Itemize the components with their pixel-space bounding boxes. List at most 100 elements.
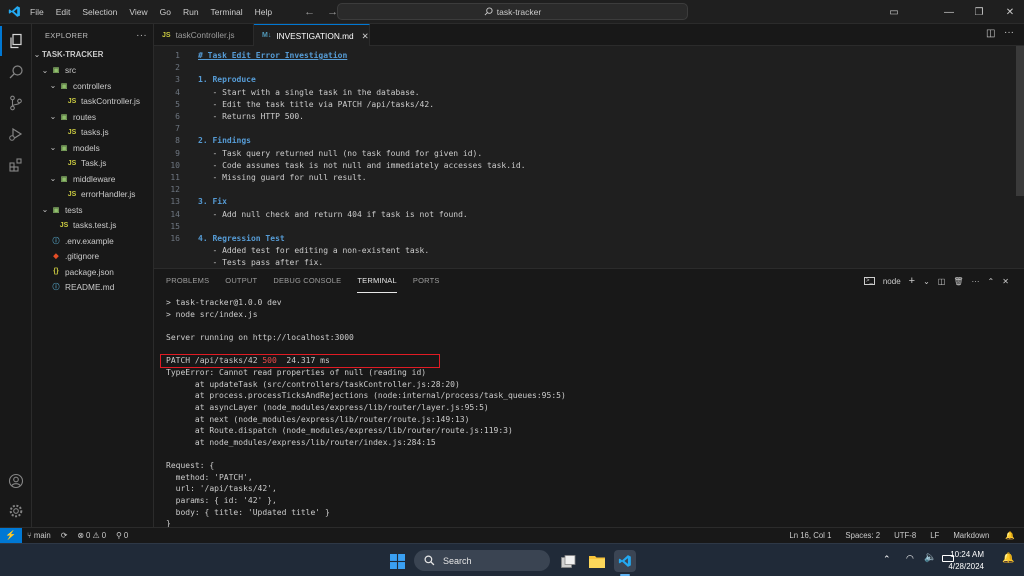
tree-item-label: errorHandler.js [81, 189, 136, 199]
code-line: 6 - Returns HTTP 500. [154, 111, 1014, 123]
tab-output[interactable]: OUTPUT [225, 269, 257, 293]
explorer-icon[interactable] [0, 26, 32, 56]
volume-icon[interactable]: 🔈 [924, 552, 936, 563]
language-mode[interactable]: Markdown [948, 531, 994, 540]
tab-terminal[interactable]: TERMINAL [357, 269, 397, 293]
sync-icon[interactable]: ⟳ [56, 531, 73, 540]
end-of-line[interactable]: LF [925, 531, 944, 540]
notification-bell-icon[interactable]: 🔔 [1002, 553, 1014, 564]
tree-item-label: .env.example [65, 235, 114, 246]
chevron-down-icon[interactable]: ⌄ [923, 277, 930, 286]
menu-view[interactable]: View [123, 0, 153, 24]
menu-file[interactable]: File [24, 0, 50, 24]
task-view-icon[interactable] [557, 550, 579, 572]
split-terminal-icon[interactable]: ◫ [938, 277, 946, 286]
tree-item[interactable]: JS taskController.js [32, 93, 153, 109]
code-line: - Tests pass after fix. [154, 257, 1014, 268]
encoding[interactable]: UTF-8 [889, 531, 921, 540]
tree-item[interactable]: ⌄ ▣ tests [32, 202, 153, 218]
tree-item[interactable]: JS errorHandler.js [32, 186, 153, 202]
code-line: 1 # Task Edit Error Investigation [154, 50, 1014, 62]
search-icon[interactable] [0, 57, 32, 87]
code-line: 5 - Edit the task title via PATCH /api/t… [154, 99, 1014, 111]
tree-item[interactable]: JS Task.js [32, 155, 153, 171]
terminal-line: Server running on http://localhost:3000 [166, 332, 354, 344]
terminal-text: > task-tracker@1.0.0 dev [166, 298, 282, 307]
tab-problems[interactable]: PROBLEMS [166, 269, 209, 293]
trash-icon[interactable]: 🗑 [953, 277, 963, 286]
notifications-icon[interactable]: 🔔 [1000, 531, 1020, 540]
more-actions-icon[interactable]: ··· [1004, 27, 1014, 38]
tree-item[interactable]: ⓘ README.md [32, 279, 153, 295]
close-panel-icon[interactable]: ✕ [1002, 277, 1009, 286]
status-bar: ⚡ ⑂ main ⟳ ⊗ 0 ⚠ 0 ⚲ 0 Ln 16, Col 1 Spac… [0, 527, 1024, 544]
close-icon[interactable]: ✕ [996, 0, 1024, 24]
chevron-up-icon[interactable]: ⌃ [883, 554, 891, 565]
menu-edit[interactable]: Edit [50, 0, 77, 24]
tab-ports[interactable]: PORTS [413, 269, 440, 293]
vscode-taskbar-icon[interactable] [614, 550, 636, 572]
file-explorer-icon[interactable] [586, 550, 608, 572]
title-bar: File Edit Selection View Go Run Terminal… [0, 0, 1024, 24]
menu-terminal[interactable]: Terminal [205, 0, 249, 24]
tree-item[interactable]: ⌄ ▣ models [32, 140, 153, 156]
editor-scrollbar[interactable] [1016, 46, 1024, 196]
ports-status[interactable]: ⚲ 0 [111, 531, 133, 540]
code-line: 15 [154, 221, 1014, 233]
cursor-position[interactable]: Ln 16, Col 1 [784, 531, 836, 540]
layout-toggle-icon[interactable]: ▭ [880, 0, 908, 24]
line-number: 1 [175, 51, 180, 60]
back-arrow-icon[interactable]: ← [298, 6, 321, 18]
clock[interactable]: 10:24 AM 4/28/2024 [948, 549, 984, 573]
account-icon[interactable] [0, 466, 32, 496]
code-line: 8 2. Findings [154, 135, 1014, 147]
menu-help[interactable]: Help [249, 0, 278, 24]
branch-status[interactable]: ⑂ main [22, 531, 56, 540]
remote-icon[interactable]: ⚡ [0, 527, 22, 544]
js-file-icon: JS [162, 31, 171, 39]
project-root[interactable]: ⌄ TASK-TRACKER [32, 46, 153, 62]
tree-item[interactable]: ⌄ ▣ routes [32, 109, 153, 125]
tree-item[interactable]: ⌄ ▣ src [32, 62, 153, 78]
chevron-up-icon[interactable]: ⌃ [988, 277, 995, 286]
tree-item-label: package.json [65, 266, 114, 277]
close-tab-icon[interactable]: ✕ [362, 31, 369, 41]
split-editor-icon[interactable]: ◫ [986, 28, 995, 39]
markdown-editor[interactable]: 1 # Task Edit Error Investigation 2 3 1. Rep… [154, 46, 1024, 268]
tab-debug-console[interactable]: DEBUG CONSOLE [273, 269, 341, 293]
source-control-icon[interactable] [0, 88, 32, 118]
tree-item[interactable]: JS tasks.js [32, 124, 153, 140]
chevron-down-icon: ⌄ [41, 205, 49, 214]
menu-run[interactable]: Run [177, 0, 205, 24]
tab-task-controller[interactable]: JS taskController.js [154, 24, 254, 46]
terminal-name[interactable]: node [883, 277, 901, 286]
windows-start-icon[interactable] [386, 550, 408, 572]
minimize-icon[interactable]: — [935, 0, 963, 24]
menu-selection[interactable]: Selection [76, 0, 123, 24]
code-line: 2 [154, 62, 1014, 74]
terminal-line: at asyncLayer (node_modules/express/lib/… [166, 402, 489, 414]
run-debug-icon[interactable] [0, 119, 32, 149]
indentation[interactable]: Spaces: 2 [840, 531, 885, 540]
tree-item[interactable]: ⌄ ▣ middleware [32, 171, 153, 187]
command-center-search[interactable]: task-tracker [337, 3, 688, 20]
more-actions-icon[interactable]: ··· [136, 30, 147, 41]
tree-item[interactable]: ⌄ ▣ controllers [32, 78, 153, 94]
tree-item[interactable]: ⓘ .env.example [32, 233, 153, 249]
tree-item[interactable]: JS tasks.test.js [32, 217, 153, 233]
taskbar-search[interactable]: Search [414, 550, 550, 571]
tree-item[interactable]: {} package.json [32, 264, 153, 280]
menu-go[interactable]: Go [154, 0, 177, 24]
terminal-output[interactable]: > task-tracker@1.0.0 dev > node src/index… [154, 293, 1024, 528]
wifi-icon[interactable]: ◠ [906, 553, 914, 564]
terminal-text: at Route.dispatch (node_modules/express/… [166, 426, 513, 436]
chevron-down-icon: ⌄ [49, 112, 57, 121]
restore-icon[interactable]: ❐ [965, 0, 993, 24]
settings-gear-icon[interactable] [0, 496, 32, 526]
extensions-icon[interactable] [0, 150, 32, 180]
problems-status[interactable]: ⊗ 0 ⚠ 0 [72, 531, 111, 540]
new-terminal-icon[interactable]: + [909, 275, 915, 287]
tree-item[interactable]: ◆ .gitignore [32, 248, 153, 264]
tab-investigation[interactable]: M↓ INVESTIGATION.md ✕ [254, 24, 370, 46]
more-actions-icon[interactable]: ··· [972, 277, 980, 286]
